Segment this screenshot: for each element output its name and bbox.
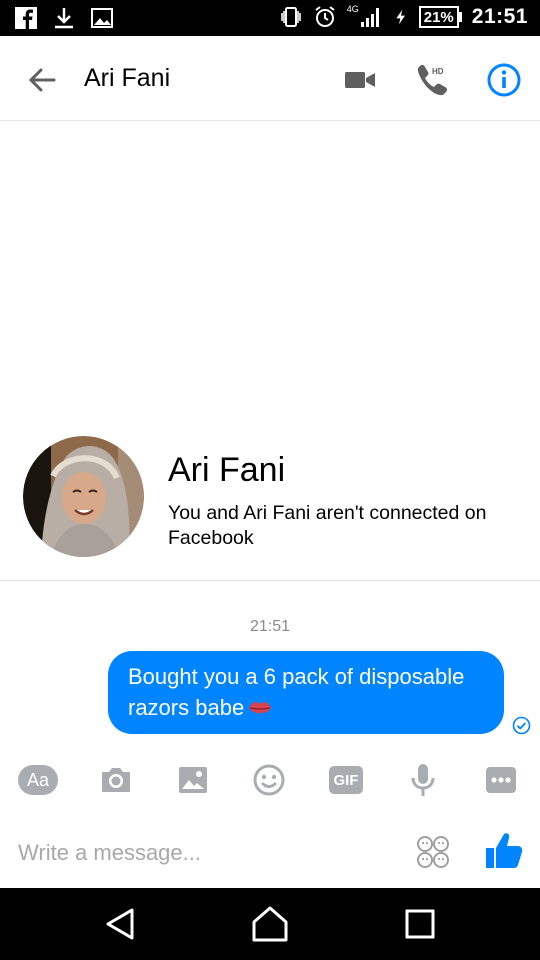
camera-icon[interactable]	[96, 762, 136, 798]
video-call-icon[interactable]	[342, 62, 378, 98]
composer-toolbar: Aa GIF	[0, 756, 540, 804]
svg-text:HD: HD	[432, 67, 444, 76]
sticker-icon[interactable]	[415, 834, 451, 870]
signal-icon	[360, 8, 379, 27]
connection-note: You and Ari Fani aren't connected on Fac…	[168, 502, 487, 549]
kiss-lips-icon	[249, 702, 272, 714]
android-nav-bar	[0, 888, 540, 960]
gif-label: GIF	[329, 766, 363, 794]
message-timestamp: 21:51	[249, 618, 291, 635]
message-input[interactable]	[18, 836, 388, 870]
avatar[interactable]	[23, 436, 144, 557]
facebook-icon	[15, 7, 37, 29]
nav-recents-icon[interactable]	[404, 908, 436, 940]
vibrate-icon	[280, 7, 301, 27]
battery-level: 21%	[418, 6, 459, 28]
download-icon	[55, 8, 73, 29]
status-bar: 4G 21% 21:51	[0, 0, 540, 36]
profile-name: Ari Fani	[168, 451, 286, 489]
image-icon	[91, 8, 113, 28]
emoji-icon[interactable]	[249, 762, 289, 798]
microphone-icon[interactable]	[403, 762, 443, 798]
sent-check-icon	[512, 716, 531, 735]
status-left	[14, 6, 114, 30]
alarm-icon	[315, 6, 335, 27]
back-arrow-icon[interactable]	[22, 60, 62, 100]
thumbs-up-icon[interactable]	[484, 830, 524, 872]
info-icon[interactable]	[485, 61, 523, 99]
contact-profile: Ari Fani You and Ari Fani aren't connect…	[0, 425, 540, 581]
chat-header: Ari Fani HD	[0, 36, 540, 121]
message-text: Bought you a 6 pack of disposable razors…	[128, 664, 465, 720]
battery-icon: 21%	[418, 6, 462, 28]
message-bubble[interactable]: Bought you a 6 pack of disposable razors…	[108, 651, 504, 734]
text-style-label: Aa	[18, 765, 58, 795]
message-composer	[0, 822, 540, 886]
network-label: 4G	[346, 4, 359, 14]
gif-icon[interactable]: GIF	[326, 762, 366, 798]
gallery-icon[interactable]	[173, 762, 213, 798]
status-right: 4G 21% 21:51	[279, 4, 528, 29]
more-icon[interactable]	[481, 762, 521, 798]
nav-back-icon[interactable]	[102, 906, 138, 942]
nav-home-icon[interactable]	[250, 904, 290, 942]
charging-icon	[396, 9, 405, 25]
hd-call-icon[interactable]: HD	[412, 60, 452, 100]
status-time: 21:51	[471, 5, 528, 28]
text-style-icon[interactable]: Aa	[18, 762, 58, 798]
conversation-title: Ari Fani	[84, 64, 171, 92]
